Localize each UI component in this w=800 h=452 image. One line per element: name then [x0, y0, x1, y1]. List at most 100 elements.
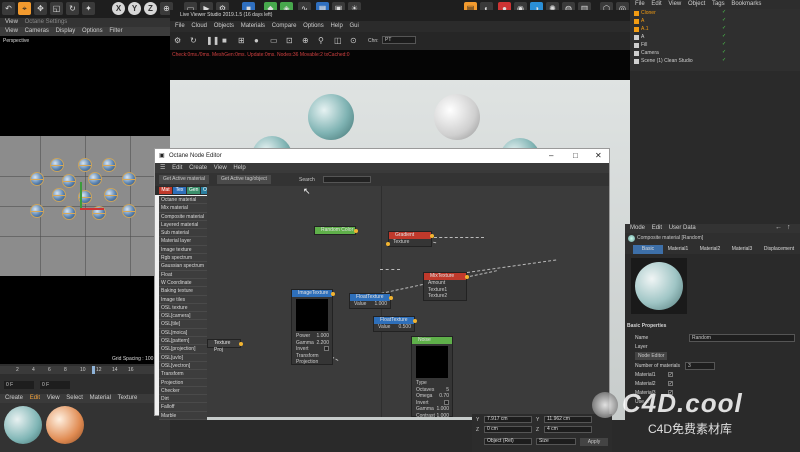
ne-menu-view[interactable]: View: [214, 163, 227, 173]
undo-icon[interactable]: ↶: [2, 2, 15, 15]
object-row[interactable]: Camera ✓: [630, 49, 800, 57]
tab-displacement[interactable]: Displacement: [759, 245, 799, 254]
node-list-item[interactable]: OSL[pattern]: [159, 337, 207, 346]
timeline[interactable]: 2 4 6 8 10 12 14 16 0 F 0 F: [0, 364, 170, 394]
get-active-tag-button[interactable]: Get Active tag/object: [217, 175, 271, 184]
tab-gen[interactable]: Gen: [187, 187, 200, 194]
menu-view[interactable]: View: [5, 27, 18, 36]
lv-menu-compare[interactable]: Compare: [272, 21, 297, 32]
num-materials-field[interactable]: 3: [685, 362, 715, 370]
lv-menu-gui[interactable]: Gui: [349, 21, 358, 32]
menu-options[interactable]: Options: [82, 27, 103, 36]
clone-sphere[interactable]: [122, 172, 136, 186]
tab-mat[interactable]: Mat: [159, 187, 172, 194]
node-list-item[interactable]: Octane material: [159, 196, 207, 205]
mat-menu-view[interactable]: View: [47, 394, 60, 403]
visibility-check-icon[interactable]: ✓: [722, 42, 732, 47]
coord-size-select[interactable]: Size: [536, 438, 576, 445]
back-arrow-icon[interactable]: ←: [775, 224, 782, 231]
tab-tex[interactable]: Tex: [173, 187, 186, 194]
clone-sphere[interactable]: [30, 172, 44, 186]
lv-menu-file[interactable]: File: [175, 21, 185, 32]
recent-icon[interactable]: ✦: [82, 2, 95, 15]
scale-icon[interactable]: ◱: [50, 2, 63, 15]
stop-icon[interactable]: ■: [222, 36, 227, 45]
settings-icon[interactable]: ⚙: [174, 36, 181, 45]
up-arrow-icon[interactable]: ↑: [787, 224, 791, 231]
node-input[interactable]: Projection: [292, 359, 332, 366]
lv-menu-materials[interactable]: Materials: [241, 21, 265, 32]
ne-menu-edit[interactable]: Edit: [172, 163, 182, 173]
object-row[interactable]: A.1 ✓: [630, 25, 800, 33]
region-icon[interactable]: ▭: [270, 36, 278, 45]
node-input[interactable]: Value 1.000: [350, 301, 390, 308]
node-editor-titlebar[interactable]: ▣ Octane Node Editor – □ ✕: [155, 149, 609, 163]
object-row[interactable]: A ✓: [630, 33, 800, 41]
clone-sphere[interactable]: [52, 188, 66, 202]
output-port[interactable]: [465, 275, 469, 279]
tab-material3[interactable]: Material3: [727, 245, 757, 254]
lv-menu-help[interactable]: Help: [330, 21, 342, 32]
node-list-item[interactable]: Float: [159, 270, 207, 279]
cursor-icon[interactable]: ⌖: [18, 2, 31, 15]
material1-check-row[interactable]: Material1: [635, 371, 673, 379]
node-image-texture[interactable]: ImageTexture Power 1.000 Gamma 2.200 Inver…: [291, 289, 335, 366]
node-list-item[interactable]: Material layer: [159, 237, 207, 246]
frame-field[interactable]: 0 F: [4, 381, 34, 389]
node-canvas[interactable]: Random Color Gradient Texture MixTexture…: [207, 186, 609, 419]
am-menu-mode[interactable]: Mode: [630, 224, 645, 233]
octane-settings-tab[interactable]: Octane Settings: [25, 18, 68, 27]
object-row[interactable]: Fill ✓: [630, 41, 800, 49]
node-random-color[interactable]: Random Color: [314, 226, 358, 235]
node-float-texture-1[interactable]: FloatTexture Value 1.000: [349, 293, 393, 309]
object-row[interactable]: Cloner ✓: [630, 9, 800, 17]
node-list-item[interactable]: Rgb spectrum: [159, 254, 207, 263]
pause-icon[interactable]: ❚❚: [206, 36, 219, 45]
node-list-item[interactable]: Composite material: [159, 212, 207, 221]
menu-cameras[interactable]: Cameras: [25, 27, 49, 36]
output-port[interactable]: [413, 319, 417, 323]
y-position-field[interactable]: 7.917 cm: [484, 416, 532, 423]
clone-sphere[interactable]: [78, 158, 92, 172]
node-float-texture-2[interactable]: FloatTexture Value 0.500: [373, 316, 417, 332]
clone-sphere[interactable]: [30, 204, 44, 218]
node-texture-projection[interactable]: Texture Proj: [207, 339, 243, 353]
mat-menu-edit[interactable]: Edit: [30, 394, 40, 403]
node-list-item[interactable]: OSL[camera]: [159, 312, 207, 321]
node-list-item[interactable]: Marble: [159, 411, 207, 421]
node-noise[interactable]: Noise Type Octaves 5 Omega 0.70 Invert Gam…: [411, 336, 453, 419]
node-list-item[interactable]: Projection: [159, 378, 207, 387]
am-menu-user-data[interactable]: User Data: [669, 224, 696, 233]
material1-checkbox[interactable]: [667, 372, 673, 378]
node-editor-window[interactable]: ▣ Octane Node Editor – □ ✕ ☰ Edit Create…: [154, 148, 610, 421]
node-list-item[interactable]: OSL[uvlo]: [159, 353, 207, 362]
lv-menu-objects[interactable]: Objects: [214, 21, 234, 32]
clone-sphere[interactable]: [62, 206, 76, 220]
playhead[interactable]: [92, 366, 95, 374]
material2-checkbox[interactable]: [667, 381, 673, 387]
clone-sphere[interactable]: [102, 158, 116, 172]
lv-menu-cloud[interactable]: Cloud: [191, 21, 207, 32]
output-port[interactable]: [354, 229, 358, 233]
ne-menu-help[interactable]: Help: [233, 163, 245, 173]
lock-icon[interactable]: ⊞: [238, 36, 245, 45]
om-menu-bookmarks[interactable]: Bookmarks: [731, 0, 761, 9]
node-mix-texture[interactable]: MixTexture Amount Texture1 Texture2: [423, 272, 469, 301]
node-list-item[interactable]: Falloff: [159, 403, 207, 412]
node-list-item[interactable]: Sub material: [159, 229, 207, 238]
node-list-item[interactable]: OSL[moica]: [159, 328, 207, 338]
tab-material2[interactable]: Material2: [695, 245, 725, 254]
node-list-item[interactable]: Baking texture: [159, 287, 207, 296]
mat-menu-create[interactable]: Create: [5, 394, 23, 403]
node-gradient[interactable]: Gradient Texture: [386, 231, 434, 247]
clone-sphere[interactable]: [122, 204, 136, 218]
marker-icon[interactable]: ⚲: [318, 36, 324, 45]
object-row[interactable]: Scene (1) Clean Studio ✓: [630, 57, 800, 65]
menu-icon[interactable]: ☰: [160, 163, 165, 173]
visibility-check-icon[interactable]: ✓: [722, 18, 732, 23]
node-list-item[interactable]: Checker: [159, 386, 207, 396]
node-list-item[interactable]: Image tiles: [159, 295, 207, 304]
node-editor-button[interactable]: Node Editor: [635, 352, 668, 360]
input-port[interactable]: [386, 242, 390, 246]
material-swatch[interactable]: [4, 406, 42, 444]
